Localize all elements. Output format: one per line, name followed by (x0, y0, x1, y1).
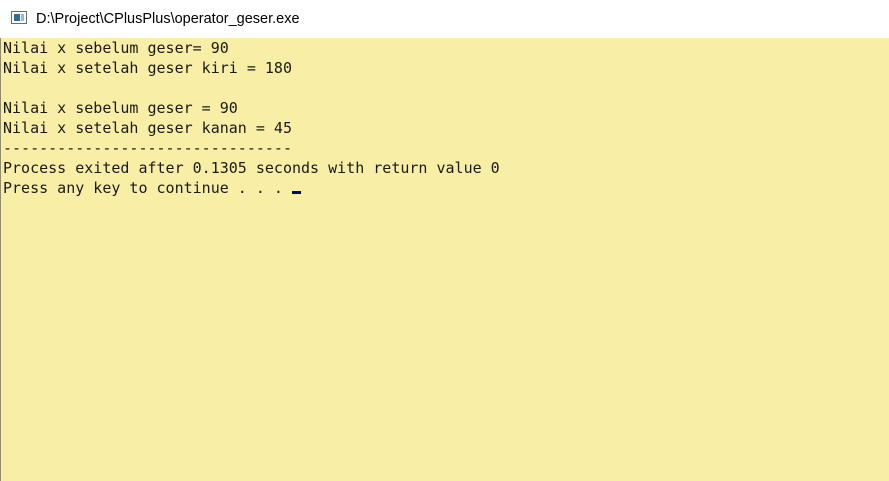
console-line-before-right-shift: Nilai x sebelum geser = 90 (3, 99, 238, 117)
console-separator-line: -------------------------------- (3, 139, 292, 157)
app-icon-bar (21, 14, 24, 21)
console-output-area[interactable]: Nilai x sebelum geser= 90 Nilai x setela… (0, 38, 889, 481)
app-icon-screen (14, 14, 20, 21)
window-title: D:\Project\CPlusPlus\operator_geser.exe (36, 11, 300, 27)
text-cursor (291, 191, 301, 194)
console-line-before-left-shift: Nilai x sebelum geser= 90 (3, 39, 229, 57)
console-line-after-right-shift: Nilai x setelah geser kanan = 45 (3, 119, 292, 137)
console-line-after-left-shift: Nilai x setelah geser kiri = 180 (3, 59, 292, 77)
console-line-press-any-key: Press any key to continue . . . (3, 178, 301, 198)
title-bar[interactable]: D:\Project\CPlusPlus\operator_geser.exe (0, 0, 889, 38)
console-app-icon[interactable] (11, 11, 27, 24)
console-window: D:\Project\CPlusPlus\operator_geser.exe … (0, 0, 889, 481)
press-any-key-text: Press any key to continue . . . (3, 179, 292, 197)
console-line-process-exited: Process exited after 0.1305 seconds with… (3, 159, 500, 177)
